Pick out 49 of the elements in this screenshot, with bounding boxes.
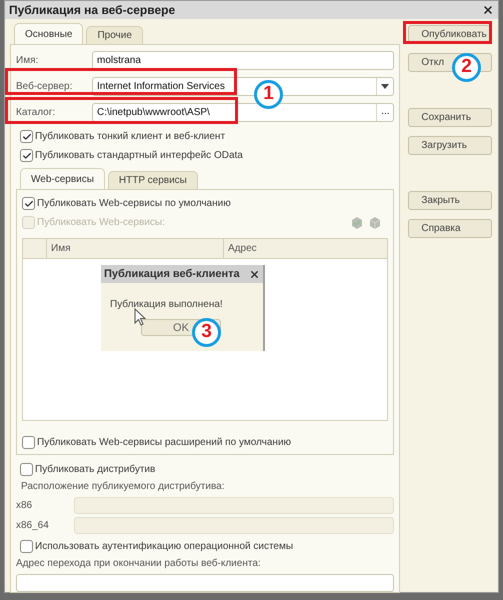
- field-label: Каталог:: [16, 106, 56, 120]
- field-value: molstrana: [96, 54, 142, 68]
- field-label: x86: [16, 498, 34, 512]
- option-label: Публиковать стандартный интерфейс OData: [35, 149, 243, 163]
- cube-icon[interactable]: [368, 216, 382, 230]
- tab[interactable]: HTTP сервисы: [108, 171, 198, 189]
- input-field[interactable]: [74, 496, 394, 514]
- tab[interactable]: Прочие: [86, 26, 143, 44]
- column-header[interactable]: Имя: [47, 239, 224, 258]
- checkbox[interactable]: [20, 130, 33, 143]
- input-field[interactable]: C:\inetpub\wwwroot\ASP\ ...: [92, 102, 394, 122]
- field-value: C:\inetpub\wwwroot\ASP\: [96, 106, 211, 120]
- close-icon[interactable]: [249, 268, 260, 280]
- checkbox[interactable]: [20, 463, 33, 476]
- action-button[interactable]: Сохранить: [408, 108, 492, 127]
- cube-check-icon[interactable]: [350, 216, 364, 230]
- tab[interactable]: Web-сервисы: [20, 168, 105, 189]
- window-title: Публикация на веб-сервере: [9, 2, 176, 19]
- action-button[interactable]: Закрыть: [408, 191, 492, 210]
- dropdown-arrow-icon[interactable]: [381, 84, 390, 88]
- option-label: Публиковать дистрибутив: [35, 463, 156, 477]
- browse-button[interactable]: ...: [376, 104, 394, 120]
- option-label: Публиковать Web-сервисы расширений по умолчанию: [37, 436, 292, 450]
- checkbox[interactable]: [20, 540, 33, 553]
- close-icon[interactable]: [482, 4, 494, 16]
- field-label: x86_64: [16, 518, 50, 532]
- checkbox[interactable]: [20, 149, 33, 162]
- mouse-cursor-icon: [134, 308, 146, 326]
- dialog-title: Публикация веб-клиента: [104, 266, 240, 282]
- section-label: Расположение публикуемого дистрибутива:: [20, 480, 226, 494]
- field-label: Веб-сервер:: [16, 80, 74, 94]
- option-label: Публиковать Web-сервисы по умолчанию: [37, 197, 231, 211]
- input-field[interactable]: [16, 574, 394, 592]
- tab[interactable]: Основные: [14, 23, 84, 44]
- action-button[interactable]: Справка: [408, 219, 492, 238]
- check-icon: [24, 198, 34, 208]
- input-field[interactable]: molstrana: [92, 50, 394, 70]
- option-label: Использовать аутентификацию операционной системы: [35, 540, 294, 554]
- column-header[interactable]: Адрес: [224, 239, 388, 258]
- action-button[interactable]: Загрузить: [408, 136, 492, 155]
- option-label: Публиковать Web-сервисы:: [37, 216, 165, 230]
- input-field[interactable]: [74, 516, 394, 534]
- checkbox[interactable]: [22, 436, 35, 449]
- field-label: Адрес перехода при окончании работы веб-клиента:: [16, 557, 262, 571]
- dialog-message: Публикация выполнена!: [110, 298, 224, 312]
- field-label: Имя:: [16, 54, 40, 68]
- field-value: Internet Information Services: [96, 80, 226, 94]
- checkbox[interactable]: [22, 197, 35, 210]
- option-label: Публиковать тонкий клиент и веб-клиент: [35, 130, 226, 144]
